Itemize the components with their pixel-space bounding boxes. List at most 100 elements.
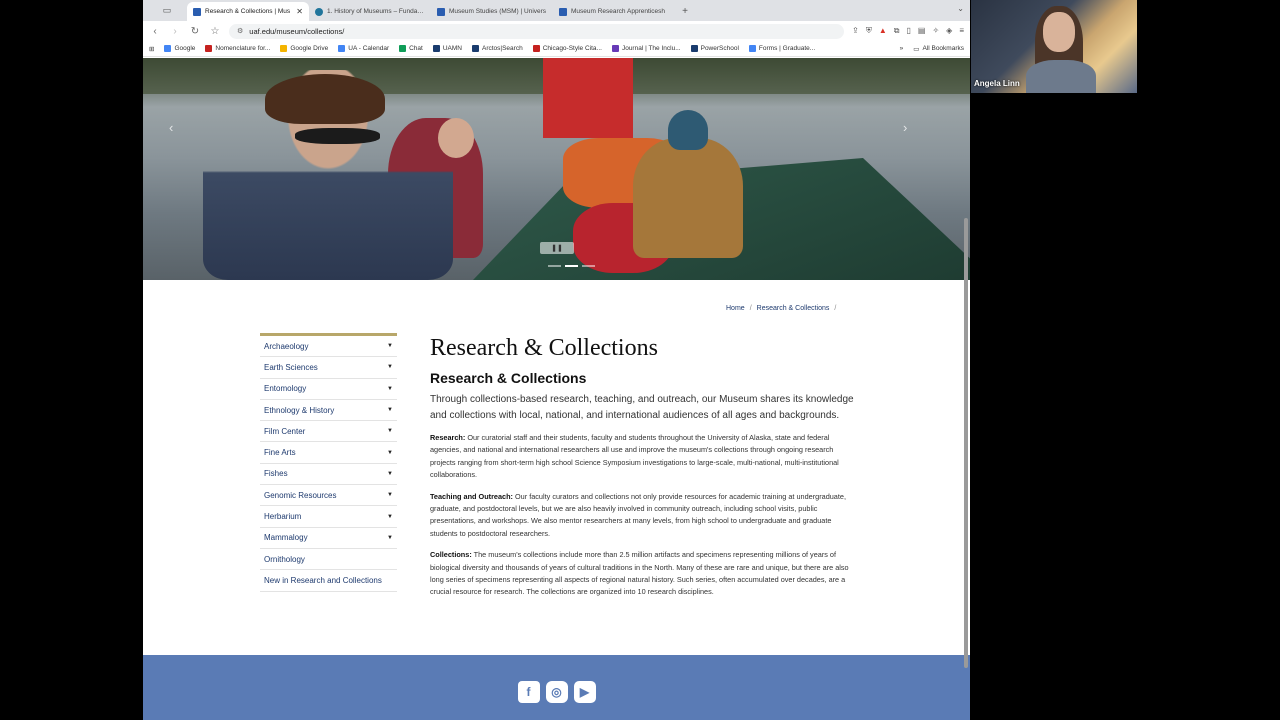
breadcrumb-separator: / [749,305,752,312]
bookmark-8[interactable]: Journal | The Inclu... [611,45,681,52]
bookmark-label: UA - Calendar [348,45,390,52]
url-text[interactable]: uaf.edu/museum/collections/ [249,27,344,36]
bookmark-star-icon[interactable]: ☆ [209,26,221,37]
menu-icon[interactable]: ≡ [959,26,964,36]
caret-down-icon[interactable]: ▼ [387,514,393,520]
caret-down-icon[interactable]: ▼ [387,471,393,477]
carousel-dot[interactable] [565,265,578,267]
sidenav-item-mammalogy[interactable]: Mammalogy ▼ [260,528,397,549]
tab-0[interactable]: Research & Collections | Mus ✕ [187,2,309,21]
forward-icon[interactable]: › [169,26,181,37]
caret-down-icon[interactable]: ▼ [387,407,393,413]
bookmark-5[interactable]: UAMN [432,45,462,52]
bookmark-10[interactable]: Forms | Graduate... [748,45,815,52]
wallet-icon[interactable]: ▤ [918,26,926,36]
hero-person [543,58,633,138]
sidenav-item-fine-arts[interactable]: Fine Arts ▼ [260,442,397,464]
sidenav-item-archaeology[interactable]: Archaeology ▼ [260,336,397,358]
hero-person [203,70,453,280]
bookmark-6[interactable]: Arctos|Search [471,45,523,52]
carousel-dot[interactable] [548,265,561,267]
youtube-icon[interactable]: ▶ [573,681,596,703]
sidenav-label: New in Research and Collections [264,575,382,585]
breadcrumb-current[interactable]: Research & Collections [757,305,830,312]
tab-2[interactable]: Museum Studies (MSM) | Univers [431,2,553,21]
sidenav-label: Herbarium [264,512,302,522]
tab-3[interactable]: Museum Research Apprenticesh [553,2,675,21]
web-page: ‹ › ❚❚ Home / Research & Collections / A [143,58,970,720]
bookmark-label: UAMN [442,45,462,52]
sidenav-item-earth-sciences[interactable]: Earth Sciences ▼ [260,357,397,379]
all-bookmarks[interactable]: ▭ All Bookmarks [913,45,964,53]
back-icon[interactable]: ‹ [149,26,161,37]
more-bookmarks-icon[interactable]: » [900,45,904,52]
bookmark-9[interactable]: PowerSchool [690,45,739,52]
sidenav-item-fishes[interactable]: Fishes ▼ [260,464,397,486]
share-icon[interactable]: ⇪ [852,26,859,36]
bookmark-0[interactable]: Google [164,45,195,52]
instagram-icon[interactable]: ◎ [545,681,568,703]
reload-icon[interactable]: ↻ [189,26,201,37]
sidebar-icon[interactable]: ▯ [907,26,911,36]
carousel-next-icon[interactable]: › [903,120,907,135]
bookmark-label: Chat [409,45,423,52]
carousel-prev-icon[interactable]: ‹ [169,120,173,135]
participant-face [1043,12,1075,52]
sidenav-label: Ethnology & History [264,405,335,415]
uaf-icon [193,7,201,16]
bookmark-icon [748,45,756,52]
new-tab-icon[interactable]: + [675,2,695,21]
hero-hair [265,74,385,124]
sidenav-label: Archaeology [264,341,309,351]
folder-icon: ▭ [913,45,920,53]
extensions-icon[interactable]: ⧉ [894,26,900,36]
sidenav-item-ethnology-history[interactable]: Ethnology & History ▼ [260,400,397,422]
caret-down-icon[interactable]: ▼ [387,428,393,434]
bookmark-icon [432,45,440,52]
side-navigation: Archaeology ▼ Earth Sciences ▼ Entomology ▼… [260,333,397,592]
facebook-icon[interactable]: f [517,681,540,703]
scrollbar-thumb[interactable] [964,218,968,668]
site-info-icon[interactable]: ⚙ [237,27,243,35]
sidenav-label: Mammalogy [264,533,308,543]
chevron-down-icon[interactable]: ⌄ [957,4,964,13]
carousel-pause-button[interactable]: ❚❚ [540,242,574,254]
address-bar[interactable]: ⚙ uaf.edu/museum/collections/ [229,23,845,39]
tab-1[interactable]: 1. History of Museums – Fundame [309,2,431,21]
sidenav-item-film-center[interactable]: Film Center ▼ [260,421,397,443]
sidenav-item-entomology[interactable]: Entomology ▼ [260,379,397,400]
close-icon[interactable]: ✕ [296,7,303,16]
breadcrumb-home[interactable]: Home [726,305,745,312]
sidenav-item-new[interactable]: New in Research and Collections [260,570,397,592]
sidenav-item-genomic-resources[interactable]: Genomic Resources ▼ [260,485,397,507]
bookmark-3[interactable]: UA - Calendar [338,45,389,52]
caret-down-icon[interactable]: ▼ [387,343,393,349]
tab-sidebar-icon[interactable]: ▭ [147,0,187,21]
article: Research & Collections Research & Collec… [430,333,855,599]
bookmark-2[interactable]: Google Drive [280,45,328,52]
bookmark-7[interactable]: Chicago-Style Cita... [532,45,602,52]
warning-icon[interactable]: ▲ [879,26,887,36]
tab-bar: ▭ Research & Collections | Mus ✕ 1. Hist… [143,0,970,21]
vpn-icon[interactable]: ◈ [946,26,952,36]
participant-body [1026,60,1096,93]
caret-down-icon[interactable]: ▼ [387,492,393,498]
shield-icon[interactable]: ⛨ [866,26,872,36]
sidenav-item-herbarium[interactable]: Herbarium ▼ [260,506,397,528]
browser-window: ▭ Research & Collections | Mus ✕ 1. Hist… [143,0,970,720]
bookmark-label: Chicago-Style Cita... [542,45,602,52]
apps-icon[interactable]: ⊞ [149,45,154,53]
caret-down-icon[interactable]: ▼ [387,386,393,392]
sidenav-item-ornithology[interactable]: Ornithology [260,549,397,571]
caret-down-icon[interactable]: ▼ [387,364,393,370]
uaf-icon [437,7,445,16]
caret-down-icon[interactable]: ▼ [387,535,393,541]
star-icon[interactable]: ✧ [932,26,939,36]
bookmark-4[interactable]: Chat [399,45,423,52]
bookmark-1[interactable]: Nomenclature for... [205,45,270,52]
paragraph-label: Collections: [430,550,472,560]
carousel-dot[interactable] [582,265,595,267]
caret-down-icon[interactable]: ▼ [387,450,393,456]
research-paragraph: Research: Our curatorial staff and their… [430,432,855,482]
paragraph-label: Research: [430,433,466,442]
